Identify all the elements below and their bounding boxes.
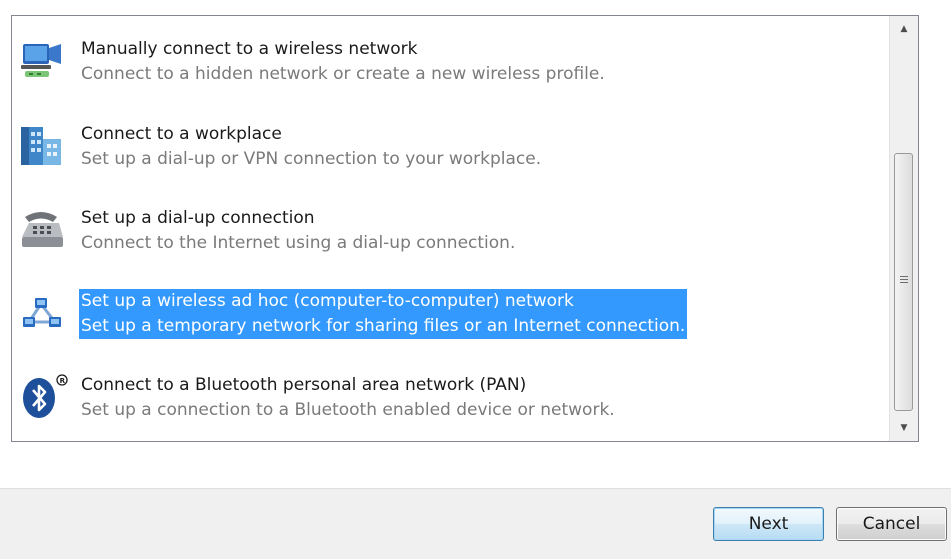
bluetooth-icon: R [19,374,68,420]
ad-hoc-network-icon [19,290,65,336]
option-title: Set up a wireless ad hoc (computer-to-co… [81,291,574,311]
next-button[interactable]: Next [713,507,824,541]
dialog-footer: Next Cancel [0,488,951,559]
option-description: Set up a dial-up or VPN connection to yo… [81,149,542,169]
option-title: Set up a dial-up connection [81,208,315,228]
workplace-building-icon [19,123,65,169]
option-description: Connect to the Internet using a dial-up … [81,233,516,253]
scrollbar-thumb[interactable] [894,153,913,411]
option-description: Set up a connection to a Bluetooth enabl… [81,400,615,420]
vertical-scrollbar[interactable]: ▲ ▼ [889,16,918,441]
option-title: Connect to a workplace [81,124,282,144]
option-workplace[interactable]: Connect to a workplace Set up a dial-up … [17,116,877,176]
scroll-up-arrow-icon[interactable]: ▲ [890,18,918,40]
grip-icon [900,276,908,285]
option-title: Manually connect to a wireless network [81,39,418,59]
scroll-down-arrow-icon[interactable]: ▼ [890,417,918,439]
telephone-modem-icon [19,207,65,253]
option-dial-up[interactable]: Set up a dial-up connection Connect to t… [17,200,877,260]
connection-options-list[interactable]: Manually connect to a wireless network C… [11,15,919,442]
option-ad-hoc-network[interactable]: Set up a wireless ad hoc (computer-to-co… [17,283,877,343]
option-description: Set up a temporary network for sharing f… [81,316,686,336]
option-description: Connect to a hidden network or create a … [81,64,605,84]
wireless-network-icon [19,38,65,84]
option-title: Connect to a Bluetooth personal area net… [81,375,527,395]
connection-option-dialog: Manually connect to a wireless network C… [0,0,951,559]
svg-text:R: R [60,377,66,385]
cancel-button[interactable]: Cancel [836,507,947,541]
option-manual-wireless[interactable]: Manually connect to a wireless network C… [17,31,877,91]
option-bluetooth-pan[interactable]: R Connect to a Bluetooth personal area n… [17,367,877,427]
